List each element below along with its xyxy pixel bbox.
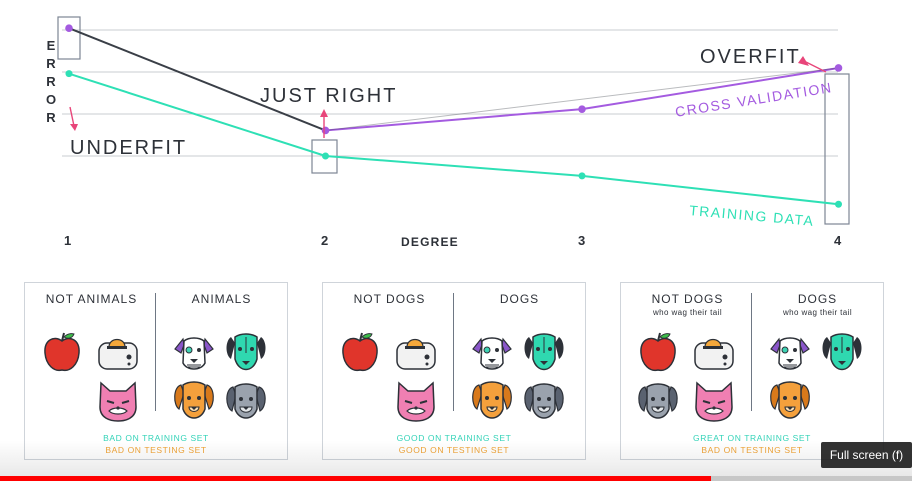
toaster-icon <box>691 329 737 375</box>
panel-right-header: DOGS who wag their tail <box>755 293 880 319</box>
panel-divider <box>155 293 156 411</box>
orange-dog-icon <box>469 377 515 423</box>
apple-icon <box>39 329 85 375</box>
toaster-icon <box>393 329 439 375</box>
testing-result: BAD ON TESTING SET <box>105 445 207 455</box>
training-data-point <box>835 200 842 208</box>
x-tick-label: 4 <box>834 233 842 248</box>
cat-icon <box>393 377 439 423</box>
apple-icon <box>635 329 681 375</box>
y-axis-label: E R R O R <box>44 38 58 125</box>
apple-icon <box>337 329 383 375</box>
just-right-label: JUST RIGHT <box>260 85 398 107</box>
training-data-point <box>65 70 73 78</box>
y-axis-letter: O <box>45 92 57 107</box>
x-tick-label: 3 <box>578 233 586 248</box>
x-tick-label: 2 <box>321 233 329 248</box>
underfit-label: UNDERFIT <box>70 137 188 159</box>
cross-validation-point <box>65 24 73 32</box>
training-data-point <box>578 172 586 180</box>
underfit-box <box>57 16 81 60</box>
green-dog-icon <box>819 329 865 375</box>
cross-validation-point <box>834 64 843 72</box>
training-result: BAD ON TRAINING SET <box>103 433 209 443</box>
fullscreen-tooltip: Full screen (f) <box>821 442 912 468</box>
panel-left-header: NOT DOGS who wag their tail <box>625 293 750 319</box>
y-axis-letter: R <box>46 110 56 125</box>
underfit-arrow-head <box>70 124 78 131</box>
panel-left-header: NOT DOGS <box>353 292 426 306</box>
cross-validation-point <box>321 126 330 135</box>
x-axis-title: DEGREE <box>401 235 459 249</box>
underfit-arrow <box>69 106 75 127</box>
training-result: GOOD ON TRAINING SET <box>396 433 512 443</box>
gray-dog-icon <box>223 377 269 423</box>
testing-result: GOOD ON TESTING SET <box>398 445 510 455</box>
y-axis-letter: R <box>46 56 56 71</box>
cat-icon <box>691 377 737 423</box>
x-tick-label: 1 <box>64 233 72 248</box>
training-data-point <box>322 152 329 160</box>
y-axis-letter: E <box>46 38 56 53</box>
green-dog-icon <box>223 329 269 375</box>
panel-right-subheader: who wag their tail <box>782 308 852 317</box>
panel-overfit: NOT DOGS who wag their tail DOGS who wag t… <box>620 282 884 460</box>
overfit-label: OVERFIT <box>700 46 801 68</box>
dalmatian-dog-icon <box>469 329 515 375</box>
progress-played <box>0 476 712 481</box>
panel-right-header: ANIMALS <box>191 292 252 306</box>
orange-dog-icon <box>171 377 217 423</box>
cat-icon <box>95 377 141 423</box>
dalmatian-dog-icon <box>171 329 217 375</box>
y-axis-letter: R <box>46 74 56 89</box>
just-right-arrow-head <box>320 109 328 117</box>
panel-left-subheader: who wag their tail <box>652 308 722 317</box>
panel-just-right: NOT DOGS DOGS GOOD ON TRAINING SET GOOD … <box>322 282 586 460</box>
panel-divider <box>751 293 752 411</box>
orange-dog-icon <box>767 377 813 423</box>
panel-divider <box>453 293 454 411</box>
gray-dog-icon <box>521 377 567 423</box>
green-dog-icon <box>521 329 567 375</box>
panel-left-header: NOT ANIMALS <box>45 292 138 306</box>
toaster-icon <box>95 329 141 375</box>
cross-validation-point <box>578 105 586 113</box>
panel-underfit: NOT ANIMALS ANIMALS BAD ON TRAINING SET … <box>24 282 288 460</box>
dalmatian-dog-icon <box>767 329 813 375</box>
panel-right-header: DOGS <box>499 292 540 306</box>
progress-bar[interactable] <box>0 476 912 481</box>
gray-dog-icon <box>635 377 681 423</box>
